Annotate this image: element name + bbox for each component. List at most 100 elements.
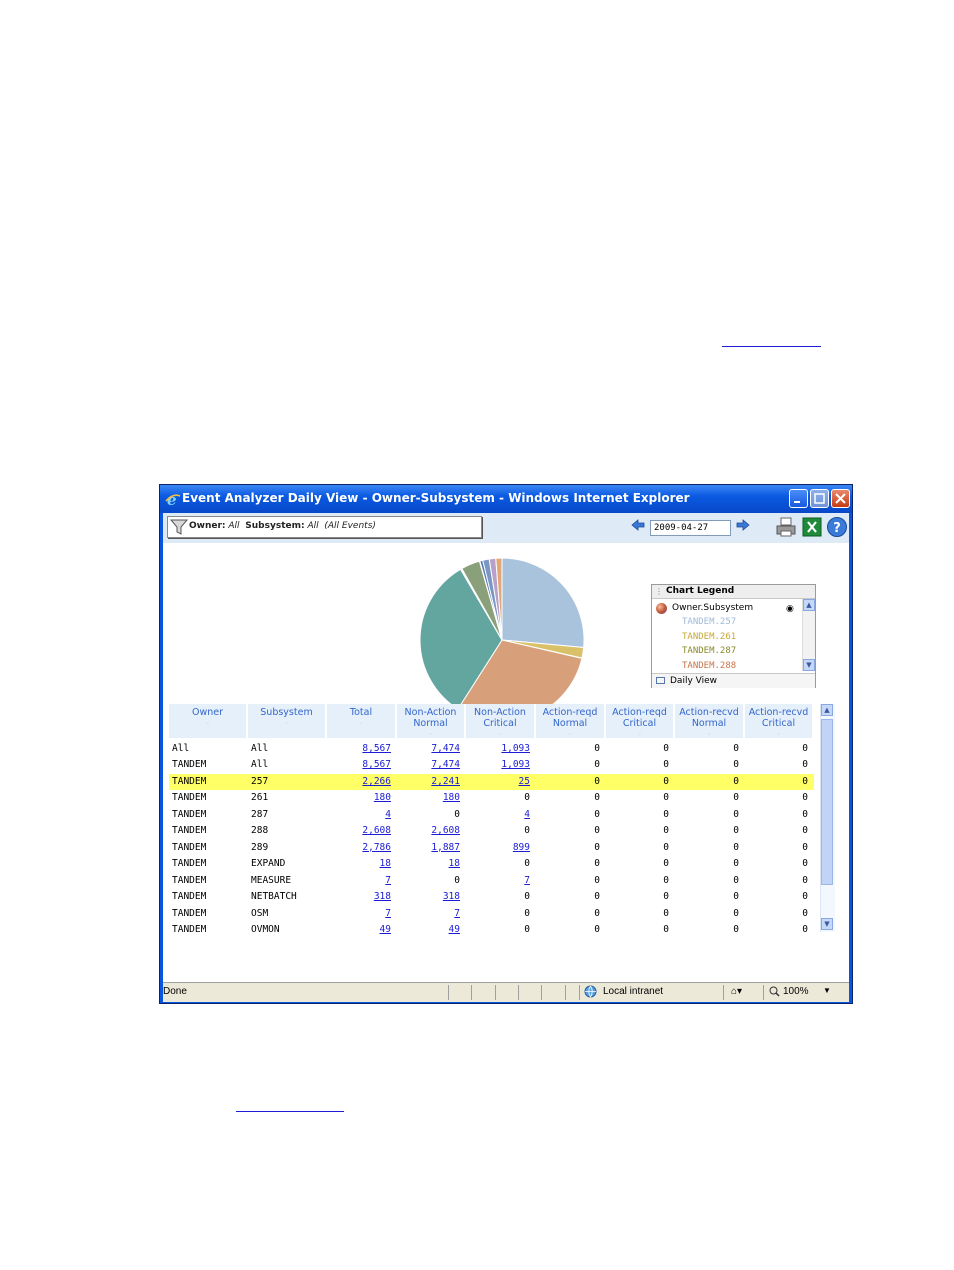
cell-total[interactable]: 7: [327, 908, 391, 919]
table-row[interactable]: TANDEM NETBATCH 318 318 0 0 0 0 0: [169, 889, 814, 905]
print-icon[interactable]: [775, 516, 797, 538]
eye-icon[interactable]: ◉: [786, 604, 794, 614]
cell-total[interactable]: 18: [327, 858, 391, 869]
legend-item[interactable]: TANDEM.287: [682, 646, 736, 656]
cell-na-critical[interactable]: 1,093: [466, 759, 530, 770]
column-header-label: Non-Action: [474, 707, 526, 718]
cell-na-critical: 0: [524, 891, 530, 903]
grid-scroll-down-button[interactable]: ▼: [821, 918, 833, 930]
zoom-icon[interactable]: [769, 986, 780, 997]
cell-na-critical[interactable]: 7: [466, 875, 530, 886]
cell-na-normal[interactable]: 318: [397, 891, 460, 902]
cell-subsystem: MEASURE: [251, 874, 292, 886]
cell-total[interactable]: 2,608: [327, 825, 391, 836]
cell-na-normal[interactable]: 180: [397, 792, 460, 803]
table-row[interactable]: TANDEM 257 2,266 2,241 25 0 0 0 0: [169, 773, 814, 790]
sort-chevron-icon[interactable]: ⌄: [466, 729, 534, 737]
cell-na-normal[interactable]: 7: [397, 908, 460, 919]
zoom-dropdown-icon[interactable]: ▼: [823, 986, 831, 995]
filter-box[interactable]: Owner: All Subsystem: All (All Events): [167, 516, 482, 538]
date-input[interactable]: 2009-04-27: [650, 520, 731, 536]
column-header[interactable]: Action-reqd Normal ⌄: [536, 704, 606, 738]
sort-chevron-icon[interactable]: ⌄: [675, 729, 743, 737]
column-header-label: Normal: [552, 718, 588, 729]
cell-na-normal[interactable]: 7,474: [397, 759, 460, 770]
column-header-label: Normal: [691, 718, 727, 729]
legend-scroll-up-button[interactable]: ▲: [803, 599, 815, 611]
cell-av-normal: 0: [733, 907, 739, 919]
cell-na-normal[interactable]: 1,887: [397, 842, 460, 853]
sort-chevron-icon[interactable]: ⌄: [169, 718, 246, 726]
legend-group[interactable]: Owner.Subsystem: [656, 603, 796, 615]
cell-subsystem: 257: [251, 775, 269, 787]
legend-scroll-down-button[interactable]: ▼: [803, 659, 815, 671]
maximize-button[interactable]: [810, 489, 829, 508]
table-row[interactable]: TANDEM 261 180 180 0 0 0 0 0: [169, 790, 814, 806]
cell-ar-normal: 0: [594, 923, 600, 935]
grid-scroll-up-button[interactable]: ▲: [821, 704, 833, 716]
table-row[interactable]: TANDEM 288 2,608 2,608 0 0 0 0 0: [169, 823, 814, 839]
column-header[interactable]: Non-Action Normal ⌄: [397, 704, 466, 738]
sort-chevron-icon[interactable]: ⌄: [248, 718, 325, 726]
legend-grip-icon[interactable]: ⋮: [655, 587, 663, 596]
column-header[interactable]: Owner ⌄: [169, 704, 248, 738]
help-icon[interactable]: ?: [826, 516, 848, 538]
table-row[interactable]: TANDEM MEASURE 7 0 7 0 0 0 0: [169, 873, 814, 889]
legend-item[interactable]: TANDEM.257: [682, 617, 736, 627]
cell-total[interactable]: 7: [327, 875, 391, 886]
next-day-arrow-icon[interactable]: [736, 519, 750, 531]
cell-ar-critical: 0: [663, 775, 669, 787]
cell-total[interactable]: 8,567: [327, 759, 391, 770]
cell-na-normal[interactable]: 7,474: [397, 743, 460, 754]
cell-na-normal[interactable]: 18: [397, 858, 460, 869]
cell-total[interactable]: 180: [327, 792, 391, 803]
minimize-button[interactable]: [789, 489, 808, 508]
cell-na-critical: 0: [524, 923, 530, 935]
table-row[interactable]: TANDEM 289 2,786 1,887 899 0 0 0 0: [169, 840, 814, 856]
table-row[interactable]: TANDEM EXPAND 18 18 0 0 0 0 0: [169, 856, 814, 872]
zoom-level[interactable]: 100%: [783, 986, 809, 997]
table-row[interactable]: TANDEM OVMON 49 49 0 0 0 0 0: [169, 922, 814, 938]
legend-item[interactable]: TANDEM.288: [682, 661, 736, 671]
table-row[interactable]: TANDEM OSM 7 7 0 0 0 0 0: [169, 906, 814, 922]
excel-export-icon[interactable]: [801, 516, 823, 538]
previous-day-arrow-icon[interactable]: [631, 519, 645, 531]
cell-total[interactable]: 4: [327, 809, 391, 820]
cell-na-normal[interactable]: 2,241: [397, 776, 460, 787]
cell-owner: All: [172, 743, 190, 754]
table-row[interactable]: TANDEM All 8,567 7,474 1,093 0 0 0 0: [169, 757, 814, 773]
cell-na-critical[interactable]: 1,093: [466, 743, 530, 754]
cell-na-critical[interactable]: 899: [466, 842, 530, 853]
legend-item[interactable]: TANDEM.261: [682, 632, 736, 642]
cell-total[interactable]: 49: [327, 924, 391, 935]
table-row[interactable]: TANDEM 287 4 0 4 0 0 0 0: [169, 807, 814, 823]
cell-total[interactable]: 318: [327, 891, 391, 902]
close-button[interactable]: [831, 489, 850, 508]
protected-mode-icon[interactable]: ⌂▾: [731, 986, 742, 997]
sort-chevron-icon[interactable]: ⌄: [536, 729, 604, 737]
document-link-bottom[interactable]: [236, 1111, 344, 1112]
column-header[interactable]: Non-Action Critical ⌄: [466, 704, 536, 738]
sort-chevron-icon[interactable]: ⌄: [397, 729, 464, 737]
legend-scrollbar[interactable]: ▲ ▼: [802, 599, 815, 671]
column-header[interactable]: Action-recvd Critical ⌄: [745, 704, 814, 738]
column-header[interactable]: Action-recvd Normal ⌄: [675, 704, 745, 738]
cell-total[interactable]: 8,567: [327, 743, 391, 754]
column-header[interactable]: Action-reqd Critical ⌄: [606, 704, 675, 738]
column-header[interactable]: Total ⌄: [327, 704, 397, 738]
cell-na-critical[interactable]: 25: [466, 776, 530, 787]
legend-footer[interactable]: Daily View: [652, 673, 815, 688]
sort-chevron-icon[interactable]: ⌄: [745, 729, 812, 737]
cell-total[interactable]: 2,786: [327, 842, 391, 853]
cell-na-normal[interactable]: 49: [397, 924, 460, 935]
cell-total[interactable]: 2,266: [327, 776, 391, 787]
sort-chevron-icon[interactable]: ⌄: [327, 718, 395, 726]
column-header[interactable]: Subsystem ⌄: [248, 704, 327, 738]
cell-na-normal[interactable]: 2,608: [397, 825, 460, 836]
pie-slice[interactable]: [501, 557, 585, 649]
table-row[interactable]: All All 8,567 7,474 1,093 0 0 0 0: [169, 741, 814, 757]
document-link-top[interactable]: [722, 346, 821, 347]
sort-chevron-icon[interactable]: ⌄: [606, 729, 673, 737]
cell-na-critical[interactable]: 4: [466, 809, 530, 820]
grid-scroll-thumb[interactable]: [821, 719, 833, 885]
